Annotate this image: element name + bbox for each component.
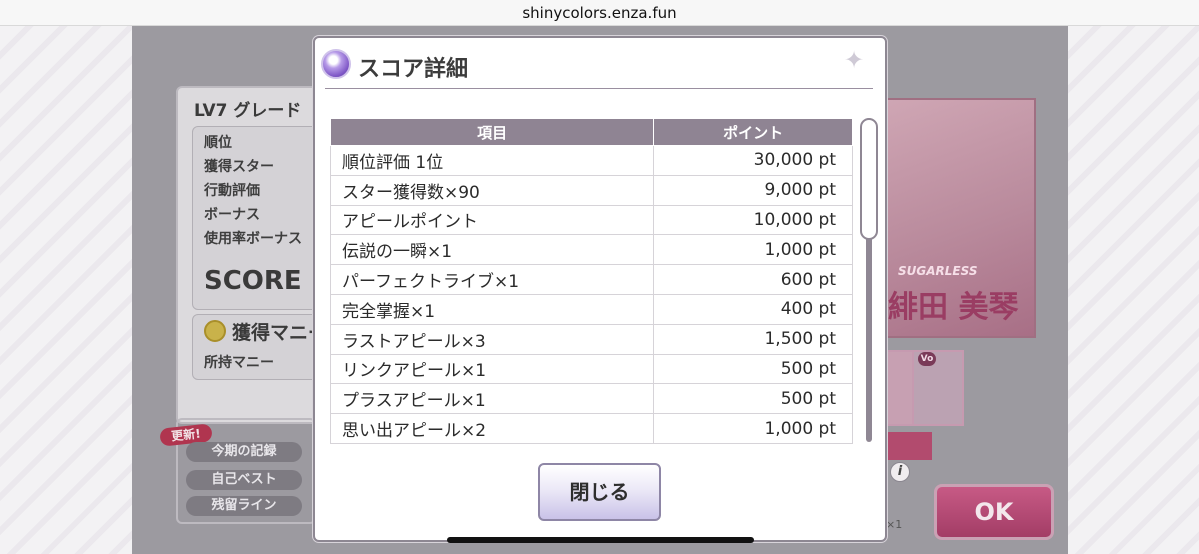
table-row: ラストアピール×3 1,500 pt	[329, 324, 853, 355]
row-points: 1,000 pt	[653, 413, 853, 444]
personal-best-button[interactable]: 自己ベスト	[186, 470, 302, 490]
info-icon[interactable]: i	[890, 462, 910, 482]
left-margin	[0, 26, 132, 554]
browser-url-bar[interactable]: shinycolors.enza.fun	[0, 0, 1199, 26]
row-points: 30,000 pt	[653, 145, 853, 176]
result-row: ボーナス	[204, 207, 260, 223]
row-item: リンクアピール×1	[329, 354, 655, 385]
crystal-orb-icon	[321, 49, 351, 79]
row-item: プラスアピール×1	[329, 383, 655, 415]
table-row: リンクアピール×1 500 pt	[329, 354, 853, 385]
sparkle-icon: ✦	[844, 46, 865, 74]
table-row: パーフェクトライブ×1 600 pt	[329, 264, 853, 295]
money-owned-label: 所持マニー	[204, 355, 274, 371]
row-points: 500 pt	[653, 383, 853, 415]
result-row: 順位	[204, 135, 232, 151]
right-margin	[1068, 26, 1199, 554]
row-item: 完全掌握×1	[329, 294, 655, 325]
result-row: 獲得スター	[204, 159, 274, 175]
row-points: 500 pt	[653, 354, 853, 385]
scrollbar-thumb[interactable]	[860, 118, 878, 240]
close-button[interactable]: 閉じる	[538, 463, 661, 521]
multiplier-label: ×1	[886, 518, 903, 531]
row-points: 10,000 pt	[653, 205, 853, 236]
row-points: 400 pt	[653, 294, 853, 325]
row-item: パーフェクトライブ×1	[329, 264, 655, 295]
table-row: プラスアピール×1 500 pt	[329, 383, 853, 415]
card-unit-label: SUGARLESS	[898, 264, 978, 278]
score-table: 項目 ポイント 順位評価 1位 30,000 pt スター獲得数×90 9,000 …	[329, 118, 853, 444]
header-points: ポイント	[653, 118, 853, 146]
score-label: SCORE	[204, 266, 302, 296]
header-item: 項目	[329, 118, 655, 146]
row-item: アピールポイント	[329, 205, 655, 236]
table-row: 順位評価 1位 30,000 pt	[329, 145, 853, 176]
table-row: スター獲得数×90 9,000 pt	[329, 175, 853, 206]
stay-line-button[interactable]: 残留ライン	[186, 496, 302, 516]
vo-badge: Vo	[918, 352, 936, 366]
row-points: 9,000 pt	[653, 175, 853, 206]
home-indicator[interactable]	[447, 537, 754, 543]
card-idol-name: 緋田 美琴	[888, 290, 1019, 325]
modal-title: スコア詳細	[358, 57, 469, 82]
ok-button[interactable]: OK	[934, 484, 1054, 540]
row-item: スター獲得数×90	[329, 175, 655, 206]
result-row: 使用率ボーナス	[204, 231, 302, 247]
url-text: shinycolors.enza.fun	[522, 4, 677, 22]
row-item: 順位評価 1位	[329, 145, 655, 176]
result-panel-title: LV7 グレード	[194, 101, 302, 121]
row-points: 600 pt	[653, 264, 853, 295]
table-row: 伝説の一瞬×1 1,000 pt	[329, 234, 853, 266]
table-row: アピールポイント 10,000 pt	[329, 205, 853, 236]
ribbon-decoration	[888, 432, 932, 460]
this-term-record-button[interactable]: 今期の記録	[186, 442, 302, 462]
row-item: 思い出アピール×2	[329, 413, 655, 444]
title-divider	[325, 88, 873, 89]
row-points: 1,000 pt	[653, 234, 853, 266]
row-item: 伝説の一瞬×1	[329, 234, 655, 266]
coin-icon	[204, 320, 226, 342]
row-points: 1,500 pt	[653, 324, 853, 355]
result-row: 行動評価	[204, 183, 260, 199]
table-row: 思い出アピール×2 1,000 pt	[329, 413, 853, 444]
row-item: ラストアピール×3	[329, 324, 655, 355]
table-row: 完全掌握×1 400 pt	[329, 294, 853, 325]
